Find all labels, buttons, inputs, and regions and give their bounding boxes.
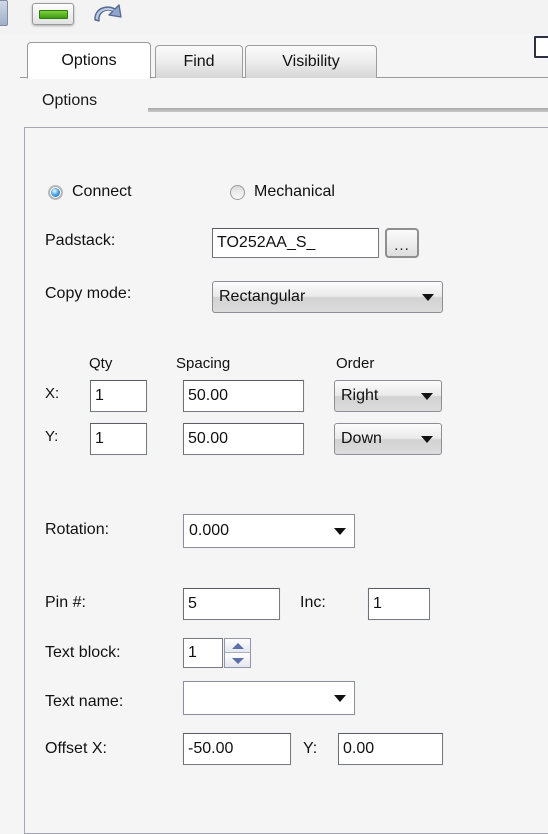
padstack-label: Padstack: bbox=[45, 232, 116, 249]
chevron-down-icon bbox=[334, 695, 346, 702]
order-x-value: Right bbox=[341, 387, 379, 404]
column-header-qty: Qty bbox=[89, 355, 113, 372]
group-separator bbox=[148, 108, 548, 112]
text-block-input[interactable]: 1 bbox=[183, 638, 223, 668]
chevron-down-icon bbox=[421, 436, 433, 443]
tab-find-label: Find bbox=[183, 53, 215, 70]
radio-connect-label: Connect bbox=[72, 183, 132, 200]
text-name-combo[interactable] bbox=[183, 681, 355, 715]
spacing-y-input[interactable]: 50.00 bbox=[183, 423, 304, 455]
inc-label: Inc: bbox=[300, 594, 326, 611]
spin-up-icon[interactable] bbox=[225, 639, 250, 653]
offset-y-label: Y: bbox=[303, 740, 318, 757]
tab-options[interactable]: Options bbox=[27, 42, 151, 79]
row-y-axis-label: Y: bbox=[45, 428, 59, 445]
spin-down-icon[interactable] bbox=[225, 653, 250, 667]
chevron-down-icon bbox=[334, 528, 346, 535]
tab-strip: Options Find Visibility bbox=[0, 34, 548, 79]
offset-x-label: Offset X: bbox=[45, 740, 107, 757]
panel-edge-widget[interactable] bbox=[534, 36, 548, 58]
tab-visibility[interactable]: Visibility bbox=[245, 45, 377, 78]
copy-mode-label: Copy mode: bbox=[45, 285, 132, 302]
tab-options-label: Options bbox=[61, 51, 117, 69]
tab-find[interactable]: Find bbox=[155, 45, 243, 78]
rotation-label: Rotation: bbox=[45, 521, 110, 538]
radio-connect-dot bbox=[48, 184, 63, 200]
group-title: Options bbox=[42, 92, 98, 109]
qty-x-input[interactable]: 1 bbox=[90, 380, 147, 412]
rotation-combo[interactable]: 0.000 bbox=[183, 514, 355, 548]
chevron-down-icon bbox=[421, 393, 433, 400]
pin-number-label: Pin #: bbox=[45, 594, 86, 611]
padstack-input[interactable]: TO252AA_S_ bbox=[212, 228, 379, 258]
text-block-spin-buttons[interactable] bbox=[224, 638, 251, 668]
rotation-value: 0.000 bbox=[189, 522, 230, 539]
radio-connect[interactable]: Connect bbox=[48, 183, 132, 201]
ellipsis-icon: ... bbox=[394, 237, 410, 254]
pin-number-input[interactable]: 5 bbox=[183, 588, 280, 620]
radio-mechanical-label: Mechanical bbox=[254, 183, 335, 200]
chevron-down-icon bbox=[422, 294, 434, 301]
text-name-label: Text name: bbox=[45, 693, 124, 710]
inc-input[interactable]: 1 bbox=[368, 588, 430, 620]
undo-arrow-glyph bbox=[94, 4, 122, 22]
offset-x-input[interactable]: -50.00 bbox=[183, 733, 291, 765]
tab-visibility-label: Visibility bbox=[282, 53, 340, 70]
order-x-dropdown[interactable]: Right bbox=[334, 380, 442, 412]
green-bar-icon[interactable] bbox=[32, 3, 74, 25]
order-y-dropdown[interactable]: Down bbox=[334, 423, 442, 455]
qty-y-input[interactable]: 1 bbox=[90, 423, 147, 455]
row-x-axis-label: X: bbox=[45, 385, 60, 402]
partial-icon[interactable] bbox=[0, 0, 8, 26]
radio-mechanical[interactable]: Mechanical bbox=[230, 183, 335, 201]
copy-mode-value: Rectangular bbox=[219, 288, 306, 305]
radio-mechanical-dot bbox=[230, 184, 245, 200]
text-block-label: Text block: bbox=[45, 644, 121, 661]
spacing-x-input[interactable]: 50.00 bbox=[183, 380, 304, 412]
column-header-spacing: Spacing bbox=[176, 355, 231, 372]
column-header-order: Order bbox=[336, 355, 375, 372]
offset-y-input[interactable]: 0.00 bbox=[338, 733, 443, 765]
toolbar bbox=[0, 0, 548, 34]
copy-mode-dropdown[interactable]: Rectangular bbox=[212, 281, 443, 313]
padstack-browse-button[interactable]: ... bbox=[385, 228, 419, 258]
order-y-value: Down bbox=[341, 430, 382, 447]
options-panel: Options Find Visibility Options Connect … bbox=[0, 0, 548, 834]
undo-arrow-icon[interactable] bbox=[88, 0, 128, 30]
